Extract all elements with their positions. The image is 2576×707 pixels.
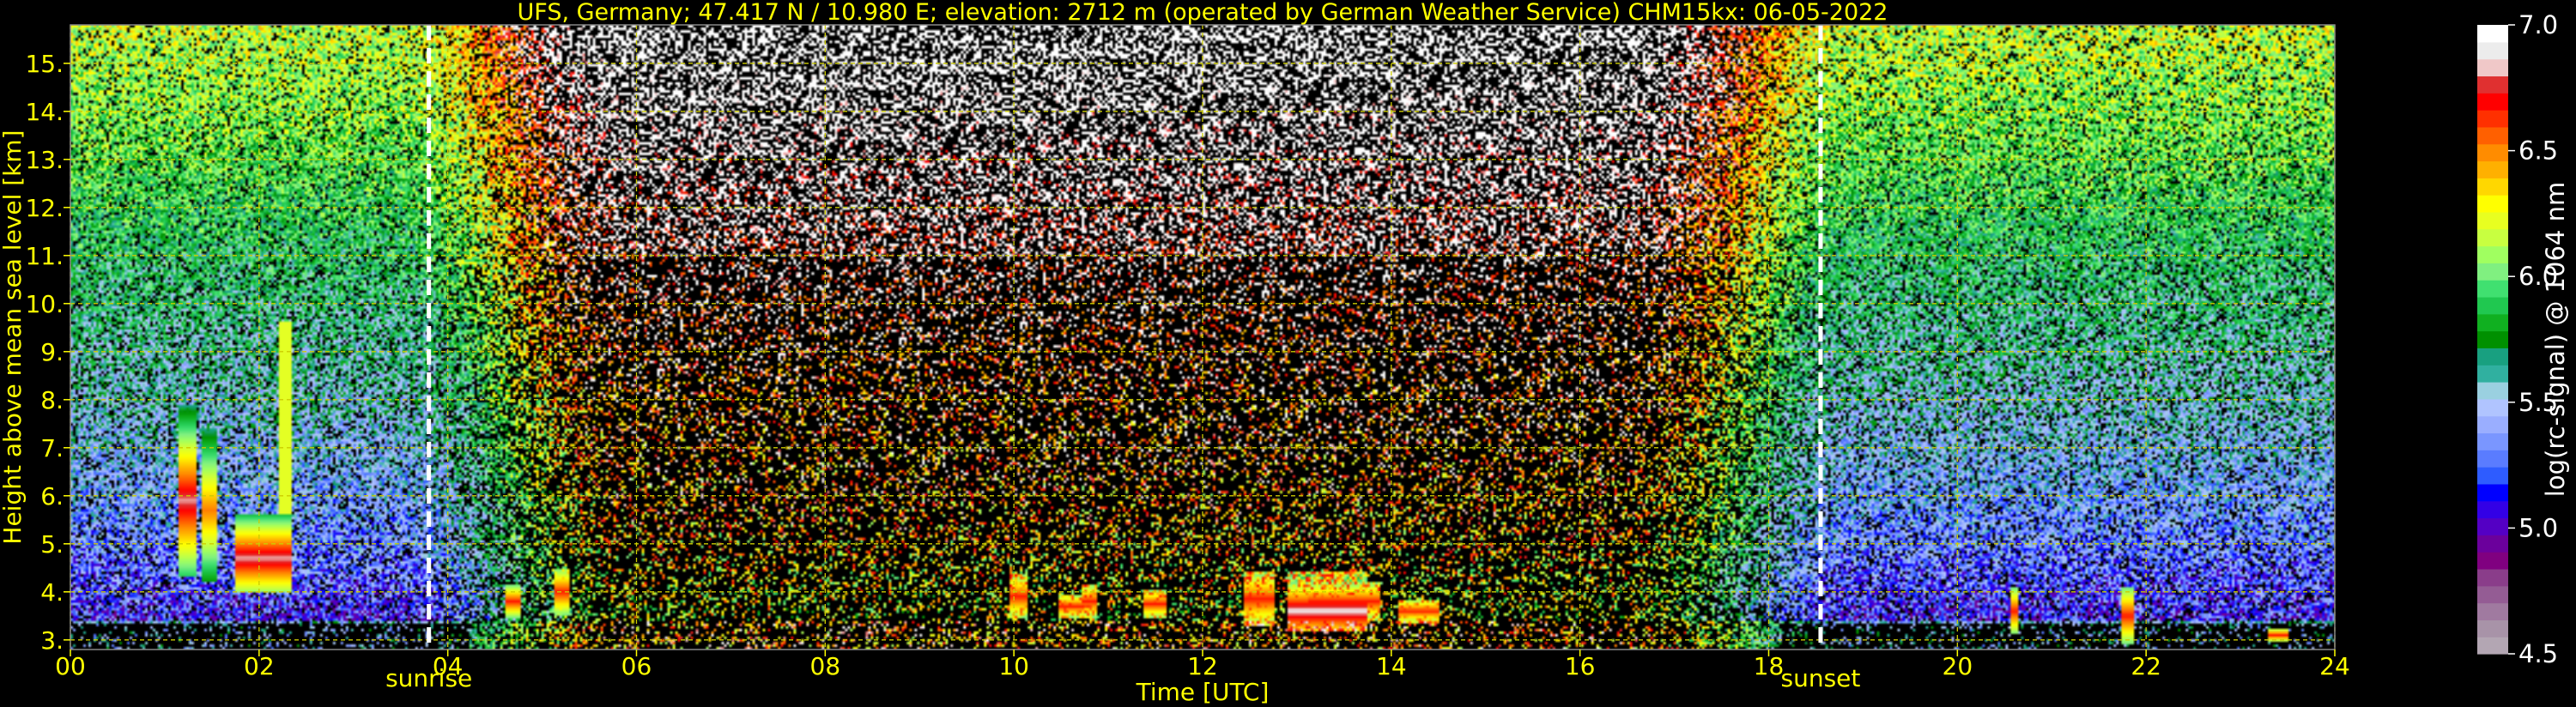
y-tick-label-0: 3. bbox=[40, 626, 64, 655]
y-tick-label-9: 12. bbox=[25, 194, 64, 222]
x-tick-label-5: 10 bbox=[998, 652, 1029, 680]
marker-label-sunset: sunset bbox=[1781, 664, 1861, 692]
colorbar-segment-35 bbox=[2477, 41, 2508, 60]
colorbar-segment-22 bbox=[2477, 263, 2508, 281]
colorbar-segment-7 bbox=[2477, 517, 2508, 535]
colorbar-segment-19 bbox=[2477, 313, 2508, 332]
colorbar-tick-label-0: 4.5 bbox=[2518, 639, 2558, 668]
y-tick-label-6: 9. bbox=[40, 338, 64, 366]
x-tick-label-6: 12 bbox=[1187, 652, 1218, 680]
colorbar-segment-18 bbox=[2477, 330, 2508, 349]
y-tick-label-4: 7. bbox=[40, 434, 64, 462]
y-tick-label-7: 10. bbox=[25, 290, 64, 318]
colorbar-segment-29 bbox=[2477, 143, 2508, 162]
colorbar-segment-3 bbox=[2477, 585, 2508, 604]
colorbar-segment-1 bbox=[2477, 619, 2508, 638]
colorbar-segment-20 bbox=[2477, 296, 2508, 315]
colorbar-segment-31 bbox=[2477, 110, 2508, 128]
colorbar-segment-11 bbox=[2477, 450, 2508, 468]
x-tick-label-12: 24 bbox=[2319, 652, 2350, 680]
y-tick-label-11: 14. bbox=[25, 98, 64, 126]
colorbar-segment-12 bbox=[2477, 432, 2508, 450]
y-tick-label-12: 15. bbox=[25, 50, 64, 78]
colorbar-segment-24 bbox=[2477, 228, 2508, 247]
colorbar-segment-16 bbox=[2477, 365, 2508, 383]
y-tick-label-2: 5. bbox=[40, 530, 64, 559]
colorbar-segment-36 bbox=[2477, 25, 2508, 43]
colorbar-segment-33 bbox=[2477, 76, 2508, 94]
colorbar-tick-label-5: 7.0 bbox=[2518, 10, 2558, 39]
y-tick-label-10: 13. bbox=[25, 146, 64, 174]
colorbar-segment-5 bbox=[2477, 552, 2508, 570]
colorbar-segment-32 bbox=[2477, 93, 2508, 111]
y-tick-label-5: 8. bbox=[40, 386, 64, 414]
colorbar-segment-28 bbox=[2477, 160, 2508, 178]
colorbar-segment-15 bbox=[2477, 382, 2508, 400]
colorbar-segment-9 bbox=[2477, 483, 2508, 502]
colorbar-tick-label-4: 6.5 bbox=[2518, 136, 2558, 166]
colorbar-segment-34 bbox=[2477, 58, 2508, 77]
x-tick-label-9: 18 bbox=[1754, 652, 1785, 680]
colorbar-segment-30 bbox=[2477, 126, 2508, 145]
x-axis-label: Time [UTC] bbox=[1136, 678, 1270, 706]
x-tick-label-2: 04 bbox=[433, 652, 464, 680]
x-tick-label-0: 00 bbox=[55, 652, 86, 680]
colorbar-segment-6 bbox=[2477, 535, 2508, 553]
y-tick-label-3: 6. bbox=[40, 482, 64, 511]
colorbar-segment-13 bbox=[2477, 415, 2508, 434]
colorbar-segment-0 bbox=[2477, 637, 2508, 655]
colorbar-segment-23 bbox=[2477, 245, 2508, 263]
colorbar-segment-26 bbox=[2477, 195, 2508, 213]
colorbar-tick-label-1: 5.0 bbox=[2518, 513, 2558, 542]
colorbar-label: log(rc-signal) @ 1064 nm bbox=[2541, 182, 2570, 497]
y-tick-label-8: 11. bbox=[25, 242, 64, 270]
colorbar-segment-21 bbox=[2477, 280, 2508, 298]
colorbar-segment-25 bbox=[2477, 211, 2508, 230]
x-tick-label-4: 08 bbox=[810, 652, 841, 680]
colorbar-segment-14 bbox=[2477, 398, 2508, 417]
colorbar bbox=[2477, 25, 2508, 655]
ceilometer-chart: sunrise sunset 00 02 04 06 08 10 12 14 16 18 20 22 24… bbox=[0, 0, 2570, 706]
y-axis-label: Height above mean sea level [km] bbox=[0, 130, 27, 544]
colorbar-segment-17 bbox=[2477, 347, 2508, 366]
chart-title: UFS, Germany; 47.417 N / 10.980 E; eleva… bbox=[518, 0, 1888, 26]
x-tick-label-7: 14 bbox=[1376, 652, 1407, 680]
colorbar-segment-8 bbox=[2477, 500, 2508, 519]
x-tick-label-10: 20 bbox=[1943, 652, 1973, 680]
x-tick-label-1: 02 bbox=[244, 652, 275, 680]
colorbar-segment-2 bbox=[2477, 602, 2508, 620]
y-axis-ticks: 3. 4. 5. 6. 7. 8. 9. 10. 11. 12. 13. 14. 15. bbox=[25, 50, 70, 655]
x-tick-label-11: 22 bbox=[2131, 652, 2161, 680]
y-tick-label-1: 4. bbox=[40, 578, 64, 607]
colorbar-segment-10 bbox=[2477, 467, 2508, 485]
x-tick-label-8: 16 bbox=[1565, 652, 1596, 680]
x-tick-label-3: 06 bbox=[621, 652, 652, 680]
colorbar-segment-4 bbox=[2477, 568, 2508, 587]
colorbar-segment-27 bbox=[2477, 178, 2508, 196]
